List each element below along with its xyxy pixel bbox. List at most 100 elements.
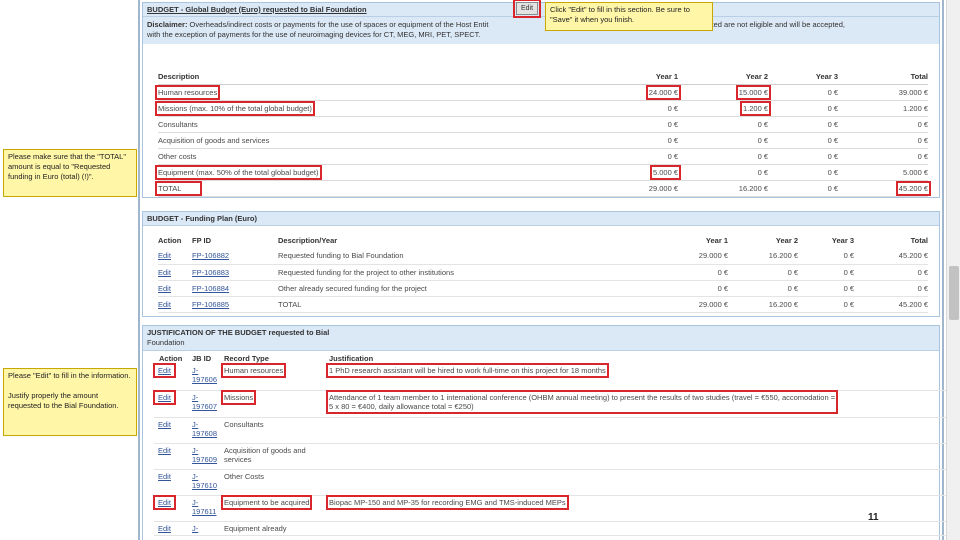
col-year1: Year 1 xyxy=(588,70,678,85)
funding-total: 0 € xyxy=(854,264,928,281)
funding-y1: 29.000 € xyxy=(568,248,728,265)
justification-edit-link[interactable]: Edit xyxy=(158,446,171,455)
justification-edit-link[interactable]: Edit xyxy=(153,363,176,378)
budget-y2: 15.000 € xyxy=(735,84,772,100)
justification-text: Biopac MP-150 and MP-35 for recording EM… xyxy=(326,494,569,510)
edit-hint-text: Click "Edit" to fill in this section. Be… xyxy=(550,5,690,24)
justification-title-2: Foundation xyxy=(147,338,185,347)
funding-total: 0 € xyxy=(854,280,928,297)
justification-record-type: Equipment to be acquired xyxy=(220,494,313,510)
justification-title-1: JUSTIFICATION OF THE BUDGET requested to… xyxy=(147,328,330,337)
funding-y2: 0 € xyxy=(728,264,798,281)
budget-total: 0 € xyxy=(838,148,928,165)
funding-edit-link[interactable]: Edit xyxy=(158,300,171,309)
budget-edit-button[interactable]: Edit xyxy=(513,0,541,18)
budget-y3: 0 € xyxy=(768,84,838,101)
funding-row: Edit FP-106883 Requested funding for the… xyxy=(158,264,928,281)
justification-record-type: Missions xyxy=(220,389,257,405)
funding-y2: 16.200 € xyxy=(728,296,798,313)
budget-y2: 0 € xyxy=(678,148,768,165)
global-budget-title: BUDGET - Global Budget (Euro) requested … xyxy=(147,5,367,14)
funding-y1: 0 € xyxy=(568,280,728,297)
justification-id-link[interactable]: J- 197610 xyxy=(192,472,217,490)
funding-desc: Requested funding to Bial Foundation xyxy=(278,248,568,265)
budget-total: 39.000 € xyxy=(838,84,928,101)
funding-edit-link[interactable]: Edit xyxy=(158,284,171,293)
justification-id-link[interactable]: J- 197611 xyxy=(192,498,216,516)
justification-header: JUSTIFICATION OF THE BUDGET requested to… xyxy=(143,326,939,351)
funding-id-link[interactable]: FP-106884 xyxy=(192,284,229,293)
justification-edit-link[interactable]: Edit xyxy=(158,472,171,481)
justification-row: Edit J- 197607 Missions Attendance of 1 t… xyxy=(153,389,954,418)
left-frame-line xyxy=(138,0,140,540)
budget-row-consultants: Consultants 0 € 0 € 0 € 0 € xyxy=(158,116,928,133)
funding-edit-link[interactable]: Edit xyxy=(158,268,171,277)
budget-desc: Equipment (max. 50% of the total global … xyxy=(155,164,322,180)
justify-hint-callout: Please "Edit" to fill in the information… xyxy=(3,368,137,436)
budget-y1: 0 € xyxy=(588,148,678,165)
budget-y2: 1.200 € xyxy=(739,100,772,116)
funding-id-link[interactable]: FP-106883 xyxy=(192,268,229,277)
funding-edit-link[interactable]: Edit xyxy=(158,251,171,260)
budget-desc: TOTAL xyxy=(154,180,203,196)
col-year3: Year 3 xyxy=(831,235,854,245)
col-year1: Year 1 xyxy=(705,235,728,245)
col-fp-id: FP ID xyxy=(192,235,212,245)
budget-row-equipment: Equipment (max. 50% of the total global … xyxy=(155,164,928,181)
budget-y1: 0 € xyxy=(588,116,678,133)
funding-total: 45.200 € xyxy=(854,248,928,265)
budget-row-other-costs: Other costs 0 € 0 € 0 € 0 € xyxy=(158,148,928,165)
budget-total: 5.000 € xyxy=(838,164,928,181)
justification-edit-link[interactable]: Edit xyxy=(158,524,171,533)
funding-y1: 0 € xyxy=(568,264,728,281)
budget-y1: 29.000 € xyxy=(588,180,678,197)
budget-y2: 16.200 € xyxy=(678,180,768,197)
justification-table: Action JB ID Record Type Justification E… xyxy=(153,352,954,536)
budget-desc: Consultants xyxy=(158,116,588,133)
funding-row: Edit FP-106882 Requested funding to Bial… xyxy=(158,248,928,265)
funding-y1: 29.000 € xyxy=(568,296,728,313)
col-total: Total xyxy=(910,235,928,245)
budget-y3: 0 € xyxy=(768,132,838,149)
col-action: Action xyxy=(159,353,183,363)
justification-text xyxy=(329,417,954,444)
budget-row-total: TOTAL 29.000 € 16.200 € 0 € 45.200 € xyxy=(154,180,932,197)
budget-desc: Other costs xyxy=(158,148,588,165)
col-description-year: Description/Year xyxy=(278,235,338,245)
justification-id-link[interactable]: J- 197606 xyxy=(192,366,217,384)
justification-id-link[interactable]: J- 197608 xyxy=(192,420,217,438)
justification-row: Edit J- 197608 Consultants xyxy=(154,417,954,444)
funding-plan-table: Action FP ID Description/Year Year 1 Yea… xyxy=(158,232,928,313)
budget-y1: 0 € xyxy=(588,100,678,117)
justification-row: Edit J- 197606 Human resources 1 PhD rese… xyxy=(153,363,954,391)
budget-y2: 0 € xyxy=(678,116,768,133)
global-budget-header: BUDGET - Global Budget (Euro) requested … xyxy=(143,3,939,17)
disclaimer-text-2: with the exception of payments for the u… xyxy=(147,30,481,39)
funding-total: 45.200 € xyxy=(854,296,928,313)
funding-y3: 0 € xyxy=(798,264,854,281)
justification-record-type: Acquisition of goods and services xyxy=(224,443,329,470)
justification-edit-link[interactable]: Edit xyxy=(158,420,171,429)
budget-total: 0 € xyxy=(838,116,928,133)
budget-y2: 0 € xyxy=(678,164,768,181)
budget-desc: Human resources xyxy=(154,84,221,100)
justification-edit-link[interactable]: Edit xyxy=(153,494,176,510)
funding-plan-header: BUDGET - Funding Plan (Euro) xyxy=(143,212,939,226)
vertical-scrollbar[interactable] xyxy=(946,0,960,540)
justification-id-link[interactable]: J- xyxy=(192,524,198,533)
justify-hint-text-1: Please "Edit" to fill in the information… xyxy=(8,371,131,380)
funding-id-link[interactable]: FP-106885 xyxy=(192,300,229,309)
funding-desc: Requested funding for the project to oth… xyxy=(278,264,568,281)
total-hint-callout: Please make sure that the "TOTAL" amount… xyxy=(3,149,137,197)
justification-text xyxy=(329,469,954,496)
budget-total: 0 € xyxy=(838,132,928,149)
justification-id-link[interactable]: J- 197607 xyxy=(192,393,217,411)
scrollbar-thumb[interactable] xyxy=(949,266,959,320)
budget-y1: 5.000 € xyxy=(649,164,682,180)
col-year2: Year 2 xyxy=(678,70,768,85)
funding-id-link[interactable]: FP-106882 xyxy=(192,251,229,260)
justification-edit-link[interactable]: Edit xyxy=(153,389,176,405)
justification-record-type: Other Costs xyxy=(224,469,329,496)
budget-total: 45.200 € xyxy=(895,180,932,196)
justification-id-link[interactable]: J- 197609 xyxy=(192,446,217,464)
